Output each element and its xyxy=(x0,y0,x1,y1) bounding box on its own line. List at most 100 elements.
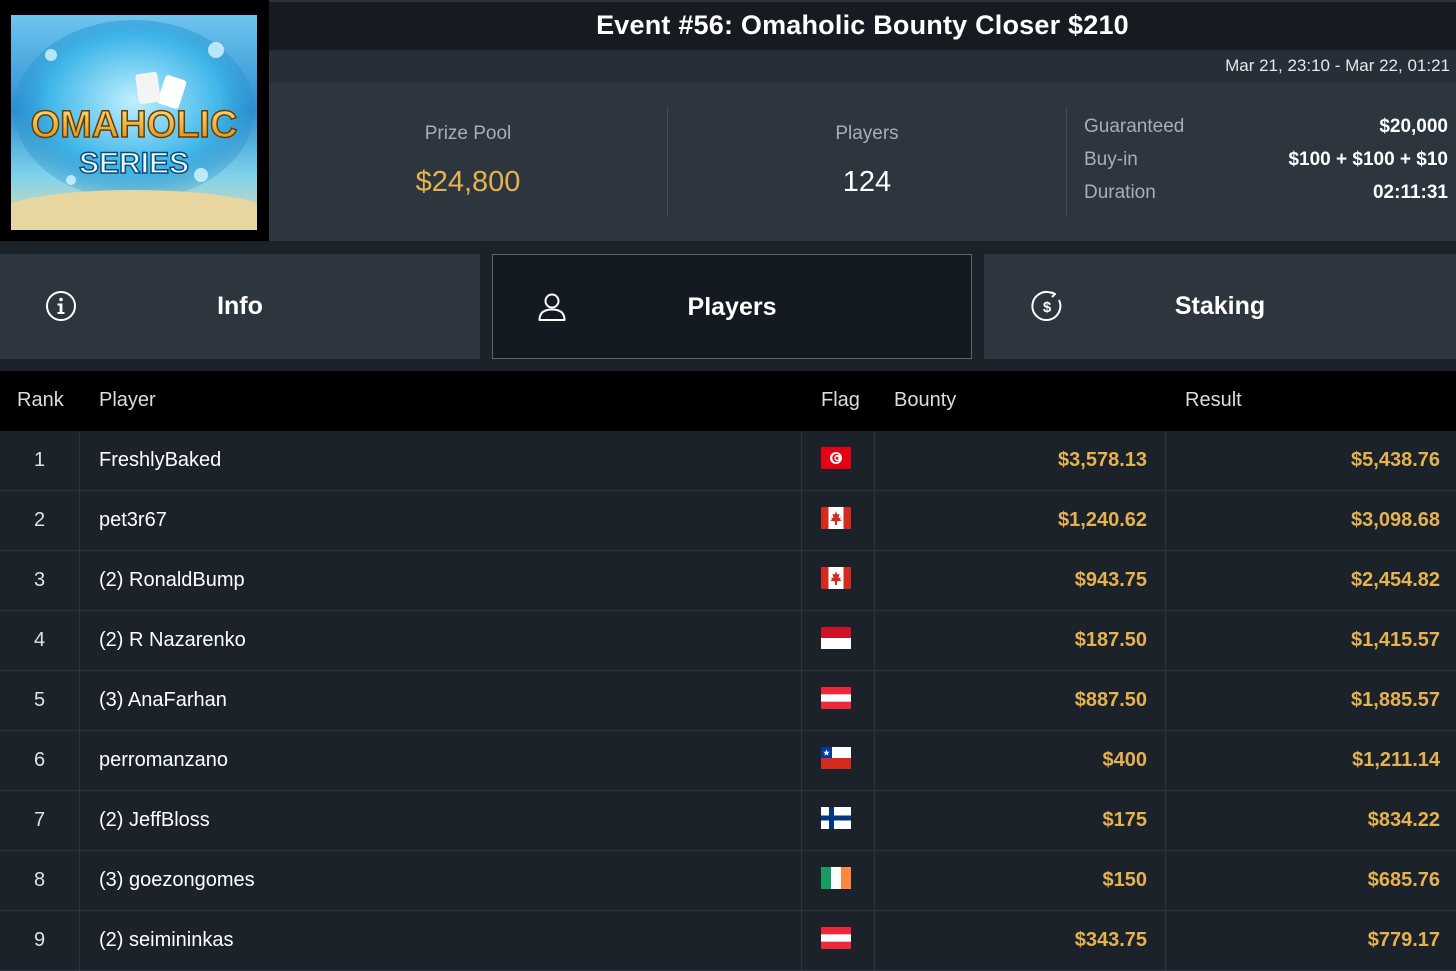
bounty-cell: $150 xyxy=(875,851,1166,910)
prize-pool-stat: Prize Pool $24,800 xyxy=(269,83,667,241)
bounty-value: $175 xyxy=(1102,809,1148,831)
flag-cell xyxy=(802,611,875,670)
bounty-cell: $1,240.62 xyxy=(875,491,1166,550)
player-name[interactable]: FreshlyBaked xyxy=(99,449,221,472)
player-name[interactable]: (3) AnaFarhan xyxy=(99,689,227,712)
rank-value: 4 xyxy=(33,629,46,651)
tournament-page: OMAHOLIC SERIES Event #56: Omaholic Boun… xyxy=(0,0,1456,971)
tab-players-label: Players xyxy=(687,293,777,321)
table-row[interactable]: 7 (2) JeffBloss $175 $834.22 xyxy=(0,791,1456,851)
detail-value: $20,000 xyxy=(1379,116,1448,137)
result-value: $3,098.68 xyxy=(1351,509,1440,531)
result-cell: $685.76 xyxy=(1166,851,1456,910)
results-table: Rank Player Flag Bounty Result 1 Freshly… xyxy=(0,371,1456,971)
player-name[interactable]: (2) RonaldBump xyxy=(99,569,245,592)
chile-flag-icon xyxy=(821,747,851,769)
table-row[interactable]: 3 (2) RonaldBump $943.75 $2,454.82 xyxy=(0,551,1456,611)
title-bar: Event #56: Omaholic Bounty Closer $210 xyxy=(269,0,1456,50)
column-header-result[interactable]: Result xyxy=(1185,389,1242,412)
bounty-value: $943.75 xyxy=(1074,569,1147,591)
player-name[interactable]: pet3r67 xyxy=(99,509,167,532)
prize-pool-value: $24,800 xyxy=(415,166,521,198)
logo-line2: SERIES xyxy=(79,147,189,180)
rank-cell: 2 xyxy=(0,491,80,550)
canada-flag-icon xyxy=(821,567,851,589)
table-row[interactable]: 5 (3) AnaFarhan $887.50 $1,885.57 xyxy=(0,671,1456,731)
player-name[interactable]: (3) goezongomes xyxy=(99,869,255,892)
rank-cell: 6 xyxy=(0,731,80,790)
rank-cell: 4 xyxy=(0,611,80,670)
flag-cell xyxy=(802,671,875,730)
player-cell: (2) R Nazarenko xyxy=(80,611,802,670)
bounty-value: $887.50 xyxy=(1074,689,1147,711)
bounty-cell: $943.75 xyxy=(875,551,1166,610)
detail-label: Guaranteed xyxy=(1084,116,1185,137)
table-row[interactable]: 1 FreshlyBaked $3,578.13 $5,438.76 xyxy=(0,431,1456,491)
bounty-value: $400 xyxy=(1102,749,1148,771)
bounty-cell: $887.50 xyxy=(875,671,1166,730)
finland-flag-icon xyxy=(821,807,851,829)
rank-cell: 8 xyxy=(0,851,80,910)
bounty-value: $3,578.13 xyxy=(1058,449,1147,471)
column-header-rank[interactable]: Rank xyxy=(17,389,64,412)
result-cell: $3,098.68 xyxy=(1166,491,1456,550)
rank-value: 2 xyxy=(33,509,46,531)
canada-flag-icon xyxy=(821,507,851,529)
table-row[interactable]: 2 pet3r67 $1,240.62 $3,098.68 xyxy=(0,491,1456,551)
stats-panel: Prize Pool $24,800 Players 124 Guarantee… xyxy=(269,83,1456,241)
logo-line1: OMAHOLIC xyxy=(31,104,238,146)
table-row[interactable]: 8 (3) goezongomes $150 $685.76 xyxy=(0,851,1456,911)
rank-value: 9 xyxy=(33,929,46,951)
player-name[interactable]: perromanzano xyxy=(99,749,228,772)
player-cell: FreshlyBaked xyxy=(80,431,802,490)
result-value: $685.76 xyxy=(1367,869,1440,891)
bounty-value: $343.75 xyxy=(1074,929,1147,951)
result-cell: $1,211.14 xyxy=(1166,731,1456,790)
table-row[interactable]: 9 (2) seimininkas $343.75 $779.17 xyxy=(0,911,1456,971)
austria-flag-icon xyxy=(821,927,851,949)
player-name[interactable]: (2) seimininkas xyxy=(99,929,233,952)
detail-value: 02:11:31 xyxy=(1372,182,1448,203)
result-cell: $779.17 xyxy=(1166,911,1456,970)
player-cell: (2) JeffBloss xyxy=(80,791,802,850)
tab-info[interactable]: Info xyxy=(0,254,480,359)
tab-info-label: Info xyxy=(217,292,263,320)
rank-cell: 5 xyxy=(0,671,80,730)
column-header-player[interactable]: Player xyxy=(99,389,156,412)
table-row[interactable]: 4 (2) R Nazarenko $187.50 $1,415.57 xyxy=(0,611,1456,671)
table-row[interactable]: 6 perromanzano $400 $1,211.14 xyxy=(0,731,1456,791)
bounty-cell: $400 xyxy=(875,731,1166,790)
detail-buy-in: Buy-in $100 + $100 + $10 xyxy=(1084,149,1448,182)
players-stat: Players 124 xyxy=(668,83,1066,241)
austria-flag-icon xyxy=(821,687,851,709)
tab-staking-label: Staking xyxy=(1174,292,1266,320)
player-cell: (3) AnaFarhan xyxy=(80,671,802,730)
detail-value: $100 + $100 + $10 xyxy=(1288,149,1448,170)
bounty-cell: $3,578.13 xyxy=(875,431,1166,490)
result-cell: $834.22 xyxy=(1166,791,1456,850)
column-header-bounty[interactable]: Bounty xyxy=(894,389,956,412)
rank-cell: 3 xyxy=(0,551,80,610)
bounty-value: $1,240.62 xyxy=(1058,509,1147,531)
player-name[interactable]: (2) JeffBloss xyxy=(99,809,210,832)
column-header-flag[interactable]: Flag xyxy=(821,389,860,412)
player-name[interactable]: (2) R Nazarenko xyxy=(99,629,246,652)
player-cell: perromanzano xyxy=(80,731,802,790)
rank-cell: 1 xyxy=(0,431,80,490)
tab-staking[interactable]: $ Staking xyxy=(984,254,1456,359)
rank-cell: 7 xyxy=(0,791,80,850)
bounty-value: $150 xyxy=(1102,869,1148,891)
result-value: $1,211.14 xyxy=(1352,749,1440,771)
rank-value: 6 xyxy=(33,749,46,771)
ireland-flag-icon xyxy=(821,867,851,889)
result-cell: $1,415.57 xyxy=(1166,611,1456,670)
rank-value: 8 xyxy=(33,869,46,891)
players-value: 124 xyxy=(842,166,892,198)
result-cell: $2,454.82 xyxy=(1166,551,1456,610)
rank-value: 5 xyxy=(33,689,46,711)
bounty-value: $187.50 xyxy=(1074,629,1147,651)
result-value: $5,438.76 xyxy=(1351,449,1440,471)
player-cell: (2) RonaldBump xyxy=(80,551,802,610)
detail-label: Buy-in xyxy=(1084,149,1138,170)
tab-players[interactable]: Players xyxy=(492,254,972,359)
